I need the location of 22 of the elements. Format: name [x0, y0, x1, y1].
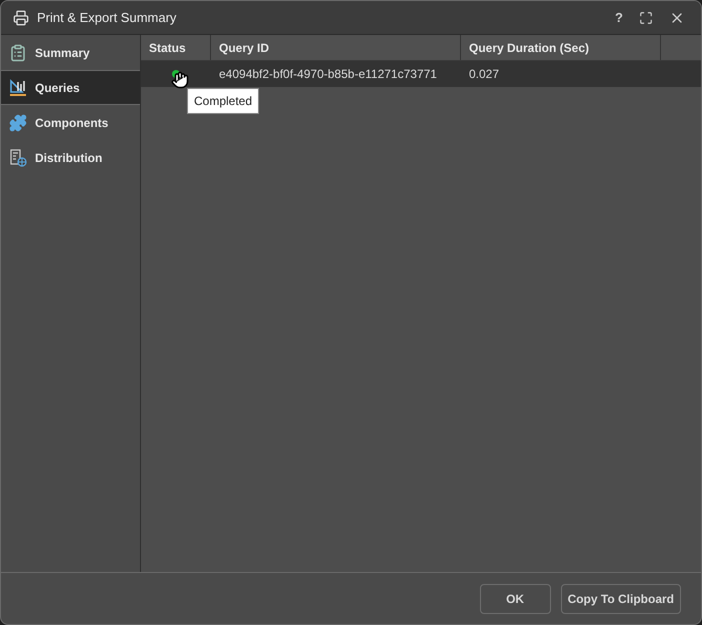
sidebar-item[interactable]: Distribution: [1, 140, 140, 175]
copy-button[interactable]: Copy To Clipboard: [560, 584, 681, 614]
sidebar-item[interactable]: Components: [1, 105, 140, 140]
column-header[interactable]: Query ID: [211, 35, 461, 60]
table-row[interactable]: e4094bf2-bf0f-4970-b85b-e11271c73771 0.027: [141, 61, 701, 87]
document-globe-icon: [9, 148, 27, 166]
window-title: Print & Export Summary: [37, 8, 176, 27]
maximize-icon: [639, 10, 653, 24]
clipboard-icon: [9, 44, 27, 62]
hand-cursor-icon: [171, 71, 189, 89]
sidebar-item[interactable]: Queries: [1, 70, 140, 105]
help-button[interactable]: ?: [611, 8, 627, 28]
printer-icon: [13, 10, 29, 26]
sidebar-item[interactable]: Summary: [1, 35, 140, 70]
column-header[interactable]: Status: [141, 35, 211, 60]
chart-icon: [9, 78, 27, 96]
table-cell-text: 0.027: [468, 66, 500, 83]
ok-button[interactable]: OK: [480, 584, 551, 614]
tooltip: Completed: [187, 88, 260, 114]
table-cell-text: e4094bf2-bf0f-4970-b85b-e11271c73771: [218, 66, 438, 83]
puzzle-icon: [9, 114, 27, 132]
column-header[interactable]: Query Duration (Sec): [461, 35, 661, 60]
